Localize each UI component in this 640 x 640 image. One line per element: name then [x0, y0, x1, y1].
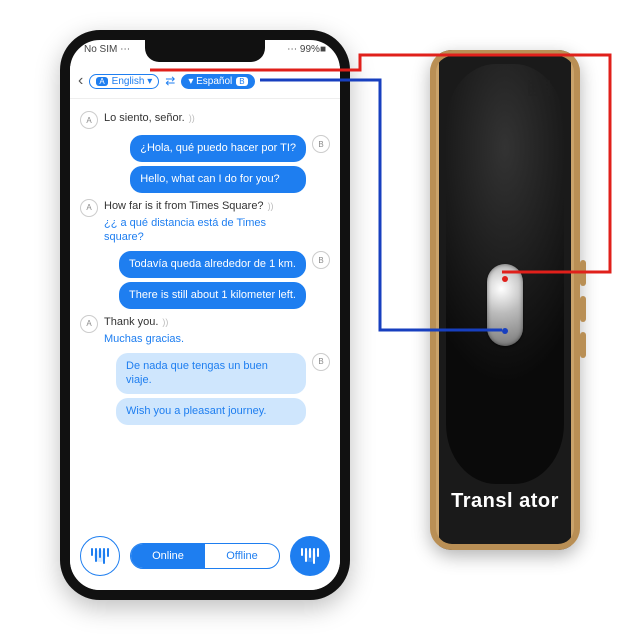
bubble: Todavía queda alrededor de 1 km.	[119, 251, 306, 278]
message-row: ¿Hola, qué puedo hacer por TI? Hello, wh…	[80, 135, 330, 193]
app-screen: ‹ A English ▾ ⇄ ▾ Español B A Lo siento,…	[70, 66, 340, 590]
message-text: Lo siento, señor.))	[104, 111, 195, 126]
back-icon[interactable]: ‹	[78, 72, 83, 90]
swap-icon[interactable]: ⇄	[165, 74, 175, 88]
message-row: A How far is it from Times Square?)) ¿¿ …	[80, 199, 330, 246]
speaker-grille-icon	[528, 80, 550, 96]
message-row: A Thank you.)) Muchas gracias.	[80, 315, 330, 347]
message-text: Thank you.)) Muchas gracias.	[104, 315, 184, 347]
message-bubbles: De nada que tengas un buen viaje. Wish y…	[116, 353, 306, 426]
avatar-a: A	[80, 315, 98, 333]
waveform-icon	[91, 548, 109, 564]
language-header: ‹ A English ▾ ⇄ ▾ Español B	[70, 66, 340, 99]
avatar-b: B	[312, 135, 330, 153]
status-right: ⋯ 99%■	[287, 44, 326, 55]
device-brand: Transl ator	[430, 490, 580, 513]
mode-offline[interactable]: Offline	[205, 544, 279, 568]
badge-b: B	[236, 77, 247, 86]
phone-notch	[145, 40, 265, 62]
mode-online[interactable]: Online	[131, 544, 205, 568]
bubble: There is still about 1 kilometer left.	[119, 282, 306, 309]
sound-icon[interactable]: ))	[268, 201, 274, 211]
conversation: A Lo siento, señor.)) ¿Hola, qué puedo h…	[70, 99, 340, 528]
bottom-toolbar: Online Offline	[70, 528, 340, 590]
smartphone-mockup: No SIM ⋯ ⋯ 99%■ ‹ A English ▾ ⇄ ▾ Españo…	[60, 30, 350, 600]
language-a-label: English ▾	[112, 76, 153, 87]
sound-icon[interactable]: ))	[189, 113, 195, 123]
avatar-b: B	[312, 353, 330, 371]
language-b-label: ▾ Español	[188, 76, 232, 87]
message-row: De nada que tengas un buen viaje. Wish y…	[80, 353, 330, 426]
language-b-chip[interactable]: ▾ Español B	[181, 74, 254, 89]
bubble: Wish you a pleasant journey.	[116, 398, 306, 425]
mode-toggle[interactable]: Online Offline	[130, 543, 280, 569]
side-buttons[interactable]	[580, 260, 586, 368]
device-face	[446, 64, 564, 484]
rocker-button[interactable]	[487, 264, 523, 346]
translator-device: Transl ator	[430, 50, 580, 550]
mic-button-b[interactable]	[290, 536, 330, 576]
message-row: A Lo siento, señor.))	[80, 111, 330, 129]
avatar-b: B	[312, 251, 330, 269]
message-text: How far is it from Times Square?)) ¿¿ a …	[104, 199, 294, 246]
message-bubbles: Todavía queda alrededor de 1 km. There i…	[119, 251, 306, 309]
sound-icon[interactable]: ))	[162, 317, 168, 327]
waveform-icon	[301, 548, 319, 564]
bubble: ¿Hola, qué puedo hacer por TI?	[130, 135, 306, 162]
language-a-chip[interactable]: A English ▾	[89, 74, 159, 89]
avatar-a: A	[80, 199, 98, 217]
message-bubbles: ¿Hola, qué puedo hacer por TI? Hello, wh…	[130, 135, 306, 193]
badge-a: A	[96, 77, 107, 86]
bubble: Hello, what can I do for you?	[130, 166, 306, 193]
bubble: De nada que tengas un buen viaje.	[116, 353, 306, 395]
product-composite: No SIM ⋯ ⋯ 99%■ ‹ A English ▾ ⇄ ▾ Españo…	[0, 0, 640, 640]
status-left: No SIM ⋯	[84, 44, 130, 55]
avatar-a: A	[80, 111, 98, 129]
mic-button-a[interactable]	[80, 536, 120, 576]
message-row: Todavía queda alrededor de 1 km. There i…	[80, 251, 330, 309]
